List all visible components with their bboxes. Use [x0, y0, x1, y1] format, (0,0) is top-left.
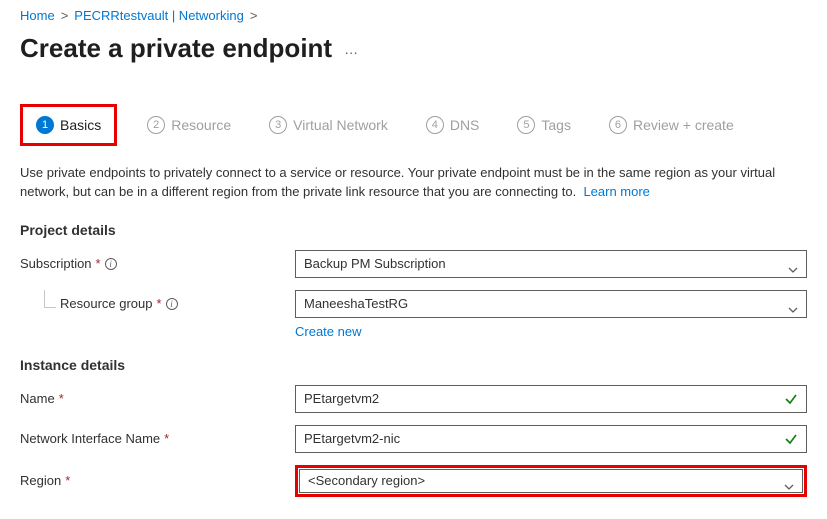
- chevron-down-icon: [788, 261, 798, 267]
- required-indicator: *: [157, 296, 162, 311]
- tab-number: 3: [269, 116, 287, 134]
- tab-number: 1: [36, 116, 54, 134]
- indent-line: [44, 290, 56, 308]
- region-highlight: <Secondary region>: [295, 465, 807, 497]
- tab-label: Tags: [541, 117, 571, 133]
- checkmark-icon: [784, 432, 798, 446]
- breadcrumb: Home > PECRRtestvault | Networking >: [20, 8, 807, 23]
- row-resource-group: Resource group * i ManeeshaTestRG: [20, 290, 807, 318]
- row-subscription: Subscription * i Backup PM Subscription: [20, 250, 807, 278]
- subscription-select[interactable]: Backup PM Subscription: [295, 250, 807, 278]
- tab-resource[interactable]: 2 Resource: [139, 110, 239, 140]
- required-indicator: *: [59, 391, 64, 406]
- label-name: Name: [20, 391, 55, 406]
- tab-number: 2: [147, 116, 165, 134]
- tab-virtual-network[interactable]: 3 Virtual Network: [261, 110, 396, 140]
- tab-label: Resource: [171, 117, 231, 133]
- row-name: Name * PEtargetvm2: [20, 385, 807, 413]
- wizard-tabs: 1 Basics 2 Resource 3 Virtual Network 4 …: [20, 104, 807, 146]
- tab-label: Virtual Network: [293, 117, 388, 133]
- chevron-down-icon: [788, 301, 798, 307]
- nic-input[interactable]: PEtargetvm2-nic: [295, 425, 807, 453]
- tab-dns[interactable]: 4 DNS: [418, 110, 488, 140]
- title-row: Create a private endpoint …: [20, 33, 807, 64]
- tab-label: DNS: [450, 117, 480, 133]
- label-resource-group: Resource group: [60, 296, 153, 311]
- resource-group-value: ManeeshaTestRG: [304, 296, 408, 311]
- tab-basics[interactable]: 1 Basics: [28, 110, 109, 140]
- region-select[interactable]: <Secondary region>: [299, 469, 803, 493]
- tab-number: 4: [426, 116, 444, 134]
- region-value: <Secondary region>: [308, 473, 425, 488]
- section-project-details: Project details: [20, 222, 807, 238]
- required-indicator: *: [164, 431, 169, 446]
- info-icon[interactable]: i: [166, 298, 178, 310]
- tab-number: 5: [517, 116, 535, 134]
- subscription-value: Backup PM Subscription: [304, 256, 446, 271]
- checkmark-icon: [784, 392, 798, 406]
- tab-number: 6: [609, 116, 627, 134]
- learn-more-link[interactable]: Learn more: [583, 184, 649, 199]
- tab-basics-highlight: 1 Basics: [20, 104, 117, 146]
- name-input[interactable]: PEtargetvm2: [295, 385, 807, 413]
- tab-label: Basics: [60, 117, 101, 133]
- tab-label: Review + create: [633, 117, 734, 133]
- row-create-new: Create new: [295, 324, 807, 339]
- tab-tags[interactable]: 5 Tags: [509, 110, 579, 140]
- description-text: Use private endpoints to privately conne…: [20, 165, 775, 199]
- breadcrumb-separator: >: [250, 8, 258, 23]
- required-indicator: *: [96, 256, 101, 271]
- breadcrumb-separator: >: [61, 8, 69, 23]
- required-indicator: *: [65, 473, 70, 488]
- tab-description: Use private endpoints to privately conne…: [20, 164, 807, 202]
- breadcrumb-home[interactable]: Home: [20, 8, 55, 23]
- tab-review-create[interactable]: 6 Review + create: [601, 110, 742, 140]
- page-title: Create a private endpoint: [20, 33, 332, 64]
- chevron-down-icon: [784, 478, 794, 484]
- create-new-link[interactable]: Create new: [295, 324, 361, 339]
- row-nic: Network Interface Name * PEtargetvm2-nic: [20, 425, 807, 453]
- label-subscription: Subscription: [20, 256, 92, 271]
- more-actions-button[interactable]: …: [344, 41, 359, 57]
- info-icon[interactable]: i: [105, 258, 117, 270]
- nic-value: PEtargetvm2-nic: [304, 431, 400, 446]
- name-value: PEtargetvm2: [304, 391, 379, 406]
- section-instance-details: Instance details: [20, 357, 807, 373]
- row-region: Region * <Secondary region>: [20, 465, 807, 497]
- resource-group-select[interactable]: ManeeshaTestRG: [295, 290, 807, 318]
- breadcrumb-vault[interactable]: PECRRtestvault | Networking: [74, 8, 244, 23]
- label-nic: Network Interface Name: [20, 431, 160, 446]
- label-region: Region: [20, 473, 61, 488]
